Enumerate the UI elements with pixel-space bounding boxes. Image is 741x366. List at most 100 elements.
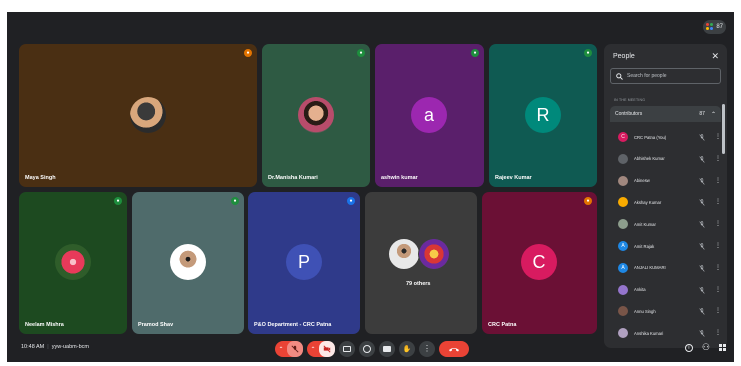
section-label: IN THE MEETING: [614, 98, 646, 102]
chevron-up-icon[interactable]: ⌃: [307, 346, 319, 353]
mic-off-icon[interactable]: [699, 281, 705, 299]
chevron-up-icon[interactable]: ⌃: [275, 346, 287, 353]
leave-call-button[interactable]: [439, 341, 469, 357]
info-icon[interactable]: i: [684, 343, 693, 352]
activities-icon[interactable]: [719, 344, 726, 351]
mic-off-icon[interactable]: [699, 259, 705, 277]
meeting-info: 10:48 AM | yyw-uabm-bcm: [21, 344, 89, 350]
participant-tile-rajeev[interactable]: R ● Rajeev Kumar: [489, 44, 597, 187]
microphone-control[interactable]: ⌃: [275, 341, 303, 357]
participant-row[interactable]: C CRC Patna (You) ⋮: [610, 127, 721, 147]
participant-tile-pando[interactable]: P ● P&O Department - CRC Patna: [248, 192, 360, 334]
more-vert-icon[interactable]: ⋮: [715, 134, 721, 140]
more-vert-icon[interactable]: ⋮: [715, 308, 721, 314]
avatar: [618, 328, 628, 339]
participant-row[interactable]: Anshika Kumari ⋮: [610, 323, 721, 343]
participant-row[interactable]: A ANJALI KUMARI ⋮: [610, 258, 721, 278]
search-field[interactable]: [610, 68, 721, 84]
avatar: [618, 197, 628, 208]
participant-row[interactable]: Annu Singh ⋮: [610, 301, 721, 321]
participant-name: Abhishek Kumar: [634, 156, 665, 162]
people-icon[interactable]: ⚇: [702, 343, 710, 352]
more-vert-icon[interactable]: ⋮: [715, 243, 721, 249]
participant-name: Akshay Kumar: [634, 199, 662, 205]
captions-icon: [343, 346, 351, 352]
avatar-initial: R: [525, 97, 561, 133]
more-vert-icon[interactable]: ⋮: [715, 178, 721, 184]
camera-off-icon[interactable]: [319, 341, 335, 357]
mic-off-icon[interactable]: [699, 302, 705, 320]
participant-name: Amit Rajak: [634, 243, 655, 249]
avatar: [618, 175, 628, 186]
captions-button[interactable]: [339, 341, 355, 357]
participant-name: Ankita: [634, 287, 646, 293]
participant-name: CRC Patna: [488, 322, 517, 328]
participant-row[interactable]: A Amit Rajak ⋮: [610, 236, 721, 256]
meeting-window: 87 ● Maya Singh ● Dr.Manisha Kumari a ● …: [7, 12, 734, 362]
participant-name: Anshika Kumari: [634, 330, 664, 336]
present-screen-icon: [383, 346, 391, 352]
participant-tile-pramod[interactable]: ● Pramod Shav: [132, 192, 244, 334]
mic-off-icon[interactable]: [287, 341, 303, 357]
more-vert-icon[interactable]: ⋮: [715, 199, 721, 205]
avatar: A: [618, 262, 628, 273]
avatar-initial: a: [411, 97, 447, 133]
participant-name: Rajeev Kumar: [495, 175, 532, 181]
present-button[interactable]: [379, 341, 395, 357]
participant-name: CRC Patna (You): [634, 134, 667, 140]
more-vert-icon[interactable]: ⋮: [715, 156, 721, 162]
clock: 10:48 AM: [21, 344, 45, 350]
mic-off-icon[interactable]: [699, 237, 705, 255]
mic-off-icon[interactable]: [699, 215, 705, 233]
participant-row[interactable]: Amit Kumar ⋮: [610, 214, 721, 234]
participant-name: Pramod Shav: [138, 322, 174, 328]
mic-off-icon[interactable]: [699, 150, 705, 168]
mic-muted-icon: ●: [244, 49, 252, 57]
avatar: [618, 153, 628, 164]
search-input[interactable]: [627, 73, 717, 79]
scrollbar[interactable]: [722, 104, 725, 154]
participant-row[interactable]: Ankita ⋮: [610, 280, 721, 300]
participant-count: 87: [716, 24, 723, 30]
participant-name: Dr.Manisha Kumari: [268, 175, 318, 181]
mic-muted-icon: ●: [584, 197, 592, 205]
mic-icon: ●: [584, 49, 592, 57]
participant-tile-manisha[interactable]: ● Dr.Manisha Kumari: [262, 44, 370, 187]
meeting-code: yyw-uabm-bcm: [51, 344, 89, 350]
mic-off-icon[interactable]: [699, 172, 705, 190]
contributors-group-header[interactable]: Contributors 87 ⌃: [610, 106, 721, 122]
panel-title: People: [613, 53, 635, 60]
close-icon[interactable]: ✕: [711, 51, 719, 61]
participant-name: ANJALI KUMARI: [634, 265, 666, 271]
participant-row[interactable]: Abinesw ⋮: [610, 171, 721, 191]
more-vert-icon[interactable]: ⋮: [715, 221, 721, 227]
more-options-button[interactable]: ⋮: [419, 341, 435, 357]
side-panel-toggles: i ⚇: [684, 343, 726, 352]
others-tile[interactable]: 79 others: [365, 192, 477, 334]
call-controls: ⌃ ⌃ ✋ ⋮: [275, 340, 469, 358]
participant-name: ashwin kumar: [381, 175, 418, 181]
mic-off-icon[interactable]: [699, 128, 705, 146]
mic-off-icon[interactable]: [699, 193, 705, 211]
raise-hand-button[interactable]: ✋: [399, 341, 415, 357]
more-vert-icon[interactable]: ⋮: [715, 265, 721, 271]
others-count: 79 others: [406, 281, 431, 287]
mic-off-icon[interactable]: [699, 324, 705, 342]
participant-row[interactable]: Abhishek Kumar ⋮: [610, 149, 721, 169]
participant-tile-crc[interactable]: C ● CRC Patna: [482, 192, 597, 334]
participant-tile-maya[interactable]: ● Maya Singh: [19, 44, 257, 187]
participants-icon: [706, 23, 714, 31]
phone-hangup-icon: [449, 348, 459, 352]
group-label: Contributors: [615, 111, 643, 117]
more-vert-icon[interactable]: ⋮: [715, 330, 721, 336]
more-vert-icon[interactable]: ⋮: [715, 287, 721, 293]
avatar: A: [618, 241, 628, 251]
participant-name: Neelam Mishra: [25, 322, 64, 328]
participant-count-badge[interactable]: 87: [703, 20, 726, 34]
emoji-button[interactable]: [359, 341, 375, 357]
participant-tile-ashwin[interactable]: a ● ashwin kumar: [375, 44, 484, 187]
group-count: 87: [699, 111, 705, 117]
participant-tile-neelam[interactable]: ● Neelam Mishra: [19, 192, 127, 334]
camera-control[interactable]: ⌃: [307, 341, 335, 357]
participant-row[interactable]: Akshay Kumar ⋮: [610, 192, 721, 212]
